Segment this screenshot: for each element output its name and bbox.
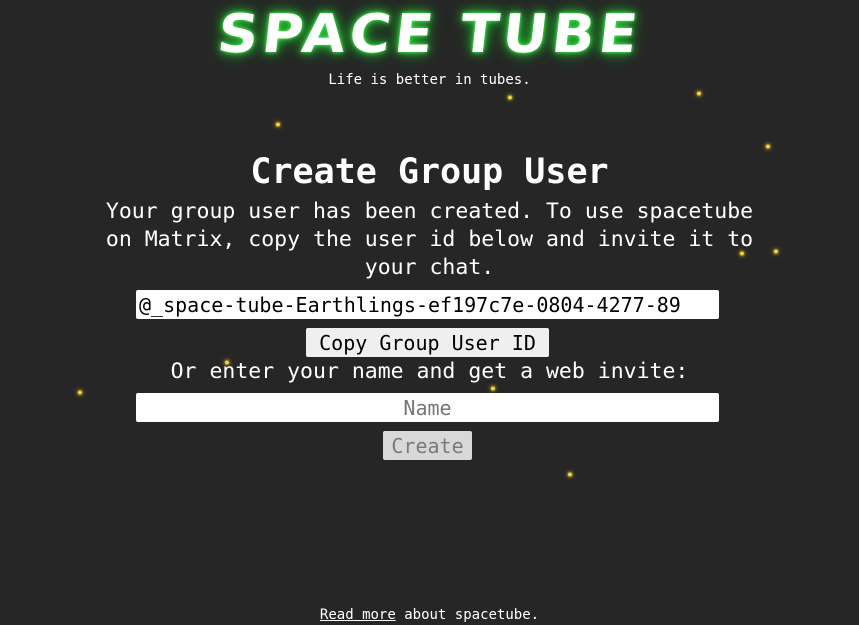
- description-text: Your group user has been created. To use…: [105, 199, 754, 280]
- page: ✸ ✸ ✸ ✸ ✸ ✸ ✸ ✸ ✸ ✸ SPACE TUBE Life is b…: [0, 0, 859, 625]
- star-icon: ✸: [567, 470, 573, 480]
- footer-text: about spacetube.: [395, 607, 540, 623]
- star-icon: ✸: [765, 142, 771, 152]
- star-icon: ✸: [773, 247, 779, 257]
- copy-group-user-id-button[interactable]: Copy Group User ID: [306, 328, 549, 357]
- read-more-link[interactable]: Read more: [320, 607, 396, 623]
- tagline: Life is better in tubes.: [328, 72, 531, 88]
- group-user-id-field[interactable]: [136, 290, 719, 319]
- page-title: Create Group User: [250, 152, 609, 192]
- star-icon: ✸: [77, 388, 83, 398]
- star-icon: ✸: [507, 93, 513, 103]
- web-invite-prompt: Or enter your name and get a web invite:: [170, 359, 689, 384]
- create-button[interactable]: Create: [383, 431, 472, 460]
- star-icon: ✸: [696, 89, 702, 99]
- name-input[interactable]: [136, 393, 719, 422]
- footer: Read more about spacetube.: [0, 607, 859, 623]
- spacetube-logo: SPACE TUBE: [214, 3, 645, 66]
- star-icon: ✸: [275, 120, 281, 130]
